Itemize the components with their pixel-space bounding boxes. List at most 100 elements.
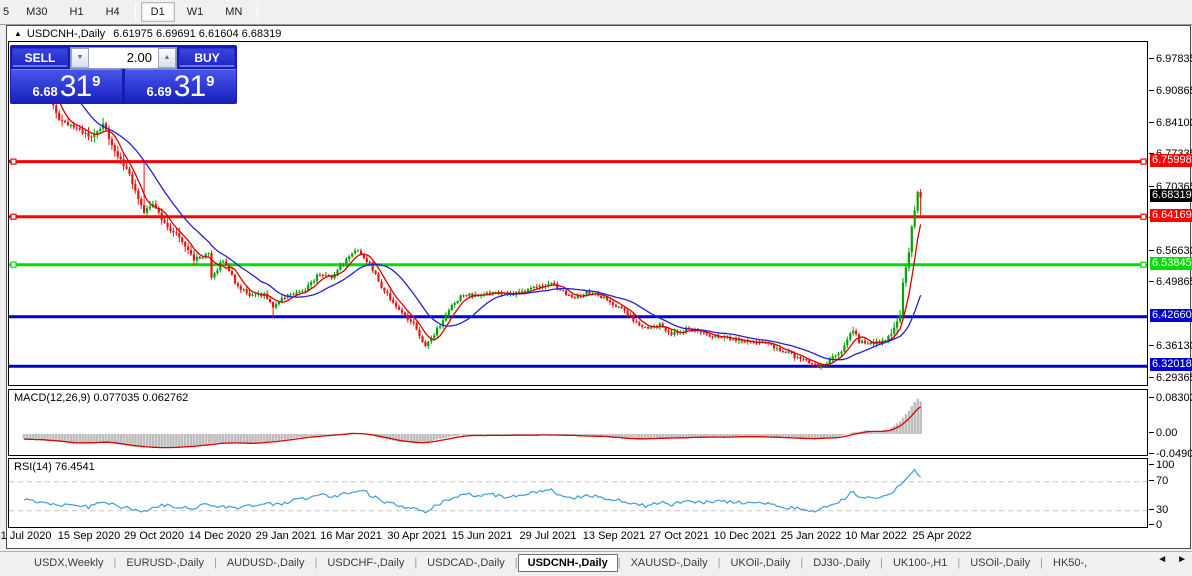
chart-symbol-title: USDCNH-,Daily — [26, 28, 106, 40]
sell-price-big: 31 — [59, 70, 92, 103]
tick-dash — [1149, 480, 1154, 481]
price-tick: 6.49865 — [1149, 276, 1192, 288]
rsi-scale-tick: 70 — [1149, 475, 1168, 487]
hline-price-label: 6.53845 — [1150, 257, 1192, 270]
date-label: 15 Jun 2021 — [451, 530, 513, 542]
tabs-scroll-left-icon[interactable]: ◄ — [1155, 554, 1169, 565]
tick-dash — [1149, 524, 1154, 525]
timeframe-button-d1[interactable]: D1 — [140, 2, 175, 22]
ma-slow-line — [73, 94, 922, 361]
macd-scale-tick: 0.00 — [1149, 427, 1177, 439]
rsi-pane[interactable] — [8, 458, 1148, 528]
sell-price-small: 6.68 — [32, 84, 58, 99]
chart-tab-xauusd-daily[interactable]: XAUUSD-,Daily — [621, 554, 718, 572]
timeframe-button-w1[interactable]: W1 — [177, 2, 214, 22]
sell-button[interactable]: SELL — [12, 48, 68, 67]
toolbar-separator — [134, 3, 136, 21]
timeframe-button-mn[interactable]: MN — [215, 2, 252, 22]
tick-dash — [1149, 250, 1154, 251]
tick-dash — [1149, 377, 1154, 378]
hline-price-label: 6.42660 — [1150, 309, 1192, 322]
horizontal-lines — [9, 160, 1147, 368]
chart-tab-usdcad-daily[interactable]: USDCAD-,Daily — [417, 554, 515, 572]
date-axis: 31 Jul 2020 15 Sep 2020 29 Oct 2020 14 Dec … — [0, 529, 1192, 547]
chart-tab-ukoil-daily[interactable]: UKOil-,Daily — [720, 554, 800, 572]
date-label: 15 Sep 2020 — [57, 530, 121, 542]
date-label: 16 Mar 2021 — [320, 530, 382, 542]
hline-anchor — [10, 213, 17, 220]
rsi-label: RSI(14) 76.4541 — [14, 461, 95, 473]
toolbar-separator — [257, 3, 259, 21]
rsi-scale-tick: 100 — [1149, 459, 1174, 471]
date-label: 10 Mar 2022 — [845, 530, 907, 542]
hline-anchor — [1140, 213, 1147, 220]
macd-label: MACD(12,26,9) 0.077035 0.062762 — [14, 392, 189, 404]
date-label: 30 Apr 2021 — [387, 530, 447, 542]
buy-price-small: 6.69 — [146, 84, 172, 99]
chart-title-bar: ▲ USDCNH-,Daily 6.61975 6.69691 6.61604 6.… — [14, 28, 281, 40]
chart-tab-usdchf-daily[interactable]: USDCHF-,Daily — [317, 554, 414, 572]
trade-panel-controls: SELL ▼ ▲ BUY — [11, 46, 236, 69]
hline-anchor — [1140, 261, 1147, 268]
tick-dash — [1149, 90, 1154, 91]
price-tick: 6.29365 — [1149, 372, 1192, 384]
rsi-scale-tick: 30 — [1149, 504, 1168, 516]
tick-dash — [1149, 345, 1154, 346]
buy-price-tile[interactable]: 6.69 31 9 — [125, 69, 236, 103]
tick-dash — [1149, 509, 1154, 510]
hline-anchor — [10, 158, 17, 165]
chart-tab-dj30-daily[interactable]: DJ30-,Daily — [803, 554, 880, 572]
price-tick: 6.56630 — [1149, 245, 1192, 257]
price-tick: 6.84100 — [1149, 117, 1192, 129]
tick-dash — [1149, 397, 1154, 398]
tick-dash — [1149, 453, 1154, 454]
chart-tab-usdcnh-daily[interactable]: USDCNH-,Daily — [517, 554, 618, 572]
collapse-panel-arrow[interactable]: ▲ — [14, 29, 22, 38]
chart-tab-hk50[interactable]: HK50-, — [1043, 554, 1097, 572]
timeframe-button-h4[interactable]: H4 — [96, 2, 130, 22]
hline-price-label: 6.32018 — [1150, 358, 1192, 371]
tick-dash — [1149, 432, 1154, 433]
date-label: 14 Dec 2020 — [188, 530, 252, 542]
timeframe-button-h1[interactable]: H1 — [60, 2, 94, 22]
date-label: 13 Sep 2021 — [582, 530, 646, 542]
price-tick: 6.90865 — [1149, 85, 1192, 97]
mt4-window: 5 M30 H1 H4 D1 W1 MN ▲ USDCNH-,Daily 6.61975 6.6… — [0, 0, 1192, 576]
date-label: 31 Jul 2020 — [0, 530, 52, 542]
chart-tabs-bar: USDX,Weekly | EURUSD-,Daily | AUDUSD-,Daily |… — [0, 551, 1192, 574]
chart-tab-usdx-weekly[interactable]: USDX,Weekly — [24, 554, 113, 572]
rsi-line — [23, 468, 922, 514]
macd-histogram — [22, 398, 922, 449]
timeframe-button-5[interactable]: 5 — [1, 2, 14, 22]
timeframe-toolbar: 5 M30 H1 H4 D1 W1 MN — [0, 0, 1192, 25]
date-label: 29 Oct 2020 — [124, 530, 184, 542]
sell-price-tile[interactable]: 6.68 31 9 — [11, 69, 122, 103]
chart-tab-audusd-daily[interactable]: AUDUSD-,Daily — [217, 554, 315, 572]
current-price-label: 6.68319 — [1150, 189, 1192, 202]
chart-tab-usoil-daily[interactable]: USOil-,Daily — [960, 554, 1040, 572]
trade-panel-prices: 6.68 31 9 6.69 31 9 — [11, 69, 236, 103]
hline-anchor — [1140, 158, 1147, 165]
timeframe-button-m30[interactable]: M30 — [16, 2, 57, 22]
tick-dash — [1149, 186, 1154, 187]
chart-tab-eurusd-daily[interactable]: EURUSD-,Daily — [116, 554, 214, 572]
date-label: 10 Dec 2021 — [713, 530, 777, 542]
tick-dash — [1149, 464, 1154, 465]
tick-dash — [1149, 122, 1154, 123]
tick-dash — [1149, 281, 1154, 282]
volume-input[interactable] — [89, 47, 158, 68]
buy-button[interactable]: BUY — [179, 48, 235, 67]
buy-price-big: 31 — [173, 70, 206, 103]
volume-decrease-button[interactable]: ▼ — [71, 47, 89, 68]
price-tick: 6.36130 — [1149, 340, 1192, 352]
one-click-trading-panel: SELL ▼ ▲ BUY 6.68 31 9 6.69 31 9 — [10, 45, 237, 104]
volume-spinner: ▼ ▲ — [70, 46, 177, 69]
hline-price-label: 6.75998 — [1150, 154, 1192, 167]
tick-dash — [1149, 58, 1154, 59]
volume-increase-button[interactable]: ▲ — [158, 47, 176, 68]
chart-ohlc-values: 6.61975 6.69691 6.61604 6.68319 — [113, 28, 282, 40]
tabs-scroll-right-icon[interactable]: ► — [1175, 554, 1189, 565]
hline-anchor — [10, 261, 17, 268]
chart-tab-uk100-h1[interactable]: UK100-,H1 — [883, 554, 957, 572]
date-label: 25 Jan 2022 — [780, 530, 842, 542]
